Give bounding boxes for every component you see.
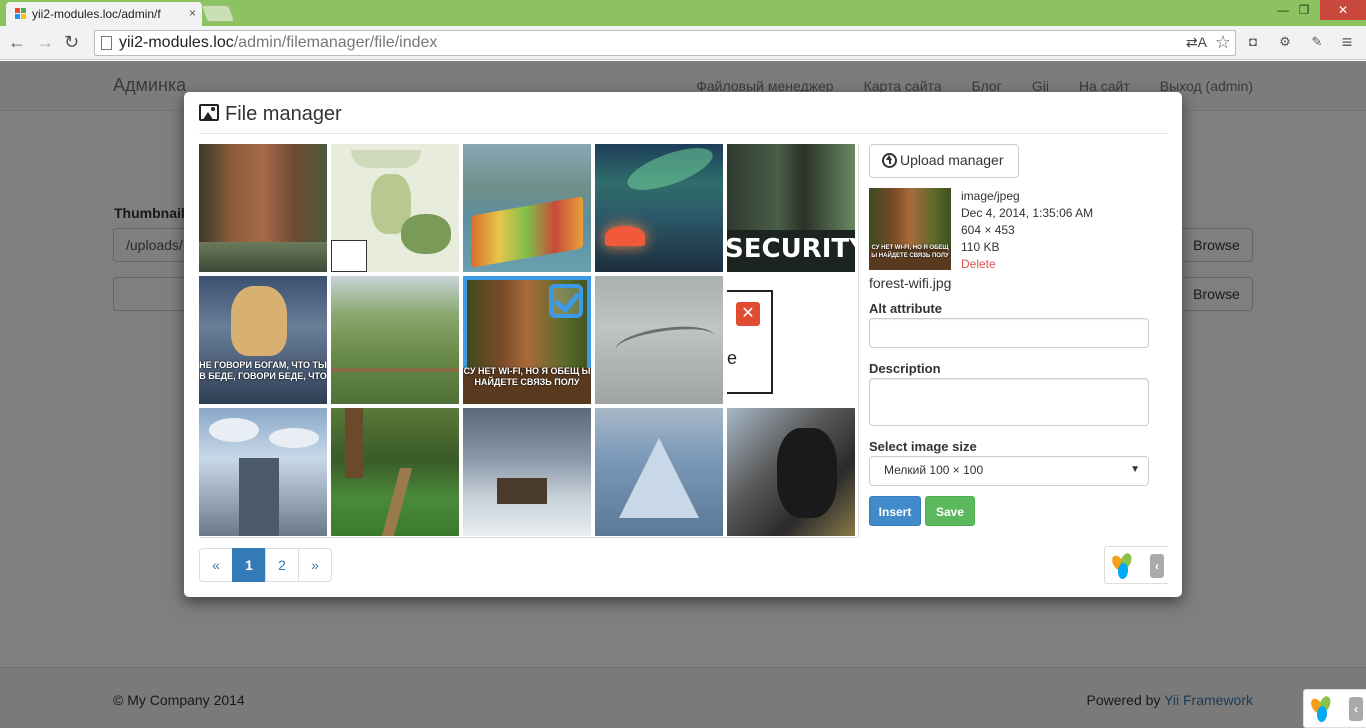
page-icon	[101, 36, 112, 50]
back-icon[interactable]: ←	[8, 32, 26, 52]
zeus-caption: НЕ ГОВОРИ БОГАМ, ЧТО ТЫ В БЕДЕ, ГОВОРИ Б…	[199, 360, 327, 381]
caret-down-icon: ▼	[1130, 464, 1140, 475]
url-host: yii2-modules.loc	[119, 34, 234, 51]
preview-caption: СУ НЕТ WI-FI, НО Я ОБЕЩ Ы НАЙДЕТЕ СВЯЗЬ …	[871, 245, 949, 259]
image-thumb-security[interactable]: SECURITY FAI	[727, 144, 855, 272]
picture-icon	[199, 104, 219, 121]
browser-tab[interactable]: yii2-modules.loc/admin/f ×	[6, 2, 202, 26]
eyedropper-icon[interactable]: ✎	[1308, 33, 1326, 51]
save-button[interactable]: Save	[925, 496, 975, 526]
browser-toolbar: ← → ↻ yii2-modules.loc/admin/filemanager…	[0, 26, 1366, 60]
image-thumb-moto[interactable]	[727, 408, 855, 536]
yii-toolbar-modal[interactable]: ‹	[1104, 546, 1168, 584]
image-thumb-meadow[interactable]	[331, 276, 459, 404]
translate-icon[interactable]: ⇄A	[1186, 34, 1207, 51]
pagination: « 1 2 »	[199, 548, 332, 582]
image-thumb-boat[interactable]	[463, 144, 591, 272]
upload-manager-label: Upload manager	[900, 152, 1004, 168]
modal-title-text: File manager	[225, 103, 342, 125]
delete-link[interactable]: Delete	[961, 256, 1093, 273]
file-name: forest-wifi.jpg	[869, 275, 952, 291]
pager-page-2[interactable]: 2	[265, 548, 299, 582]
image-thumb-concrete[interactable]	[595, 276, 723, 404]
maximize-icon[interactable]: ❐	[1290, 0, 1318, 20]
file-date: Dec 4, 2014, 1:35:06 AM	[961, 206, 1094, 220]
insert-button[interactable]: Insert	[869, 496, 921, 526]
js-extension-icon[interactable]: ⚙	[1276, 33, 1294, 51]
pager-prev[interactable]: «	[199, 548, 233, 582]
file-meta: image/jpeg Dec 4, 2014, 1:35:06 AM 604 ×…	[961, 188, 1093, 273]
image-thumb-trail[interactable]	[331, 408, 459, 536]
forward-icon[interactable]: →	[36, 32, 54, 52]
modal-header: File manager	[199, 100, 1167, 134]
yii-debug-toolbar[interactable]: ‹	[1303, 689, 1366, 728]
chevron-left-icon[interactable]: ‹	[1349, 697, 1363, 721]
forest-wifi-caption: СУ НЕТ WI-FI, НО Я ОБЕЩ Ы НАЙДЕТЕ СВЯЗЬ …	[463, 366, 591, 387]
image-thumb-aurora[interactable]	[595, 144, 723, 272]
upload-icon	[882, 153, 897, 168]
description-label: Description	[869, 361, 941, 376]
alt-input[interactable]	[869, 318, 1149, 348]
tab-title: yii2-modules.loc/admin/f	[32, 7, 161, 21]
reload-icon[interactable]: ↻	[64, 32, 79, 52]
image-size-select[interactable]: Мелкий 100 × 100 ▼	[869, 456, 1149, 486]
new-tab-button[interactable]	[200, 5, 236, 22]
browser-tabbar: yii2-modules.loc/admin/f × — ❐ ✕	[0, 0, 1366, 26]
tab-close-icon[interactable]: ×	[189, 6, 196, 20]
alt-label: Alt attribute	[869, 301, 942, 316]
file-mime: image/jpeg	[961, 189, 1020, 203]
bookmark-star-icon[interactable]: ☆	[1215, 32, 1231, 53]
window-close-icon[interactable]: ✕	[1320, 0, 1366, 20]
image-thumb-broken[interactable]: ✕ e	[727, 276, 855, 404]
url-path: /admin/filemanager/file/index	[233, 34, 438, 51]
image-thumb-zeus[interactable]: НЕ ГОВОРИ БОГАМ, ЧТО ТЫ В БЕДЕ, ГОВОРИ Б…	[199, 276, 327, 404]
image-thumb-forest-wifi[interactable]: СУ НЕТ WI-FI, НО Я ОБЕЩ Ы НАЙДЕТЕ СВЯЗЬ …	[463, 276, 591, 404]
favicon-icon	[15, 8, 27, 20]
file-manager-modal: File manager SECURITY FAI НЕ ГОВОРИ БОГА	[184, 92, 1182, 597]
image-grid: SECURITY FAI НЕ ГОВОРИ БОГАМ, ЧТО ТЫ В Б…	[199, 144, 859, 538]
pager-page-1[interactable]: 1	[232, 548, 266, 582]
image-thumb-pyramid[interactable]	[595, 408, 723, 536]
pocket-icon[interactable]: ◘	[1244, 33, 1262, 51]
image-size-value: Мелкий 100 × 100	[884, 463, 984, 477]
image-thumb-snow[interactable]	[463, 408, 591, 536]
image-thumb-cartoon[interactable]	[331, 144, 459, 272]
file-size: 110 KB	[961, 240, 1000, 254]
image-thumb-sequoia[interactable]	[199, 144, 327, 272]
description-textarea[interactable]	[869, 378, 1149, 426]
modal-title: File manager	[199, 100, 1167, 128]
address-bar[interactable]: yii2-modules.loc/admin/filemanager/file/…	[94, 30, 1236, 56]
file-dims: 604 × 453	[961, 223, 1015, 237]
checked-icon	[549, 284, 583, 318]
upload-manager-button[interactable]: Upload manager	[869, 144, 1019, 178]
file-preview: СУ НЕТ WI-FI, НО Я ОБЕЩ Ы НАЙДЕТЕ СВЯЗЬ …	[869, 188, 951, 270]
image-thumb-ufo[interactable]	[199, 408, 327, 536]
broken-caption: e	[727, 348, 738, 368]
pager-next[interactable]: »	[298, 548, 332, 582]
chrome-menu-icon[interactable]: ≡	[1338, 33, 1356, 51]
security-caption: SECURITY FAI	[727, 234, 855, 264]
chevron-left-icon-modal[interactable]: ‹	[1150, 554, 1164, 578]
image-size-label: Select image size	[869, 439, 977, 454]
broken-image-icon: ✕	[736, 302, 760, 326]
